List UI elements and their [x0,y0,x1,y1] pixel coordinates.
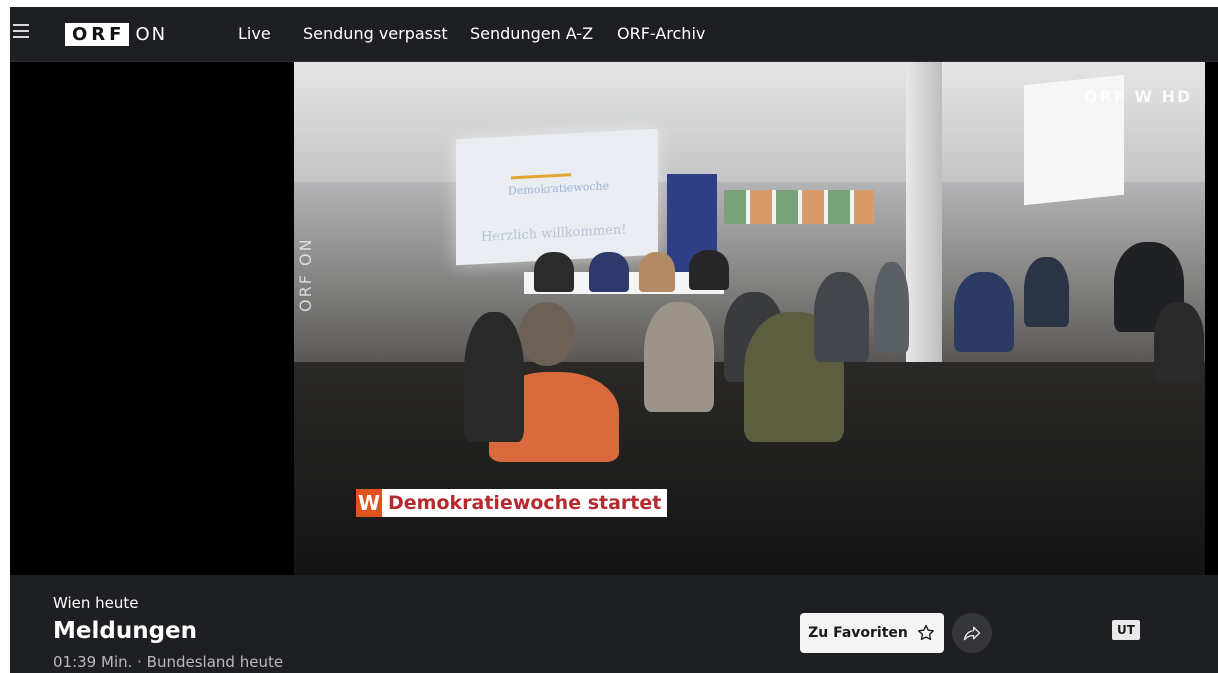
orf-on-watermark: ORF ON [296,237,315,312]
program-name[interactable]: Wien heute [53,594,139,612]
episode-meta: 01:39 Min. · Bundesland heute [53,653,284,671]
star-icon [917,624,934,641]
audience-member [1024,257,1069,327]
logo-on: ON [135,23,168,45]
audience-member [814,272,869,362]
audience-member [644,302,714,412]
audience-member [1154,302,1204,382]
lower-third-badge: W [356,489,382,517]
audience-head [519,302,575,366]
screen-welcome: Herzlich willkommen! [481,222,627,245]
audience-member [954,272,1014,352]
video-info-panel: Wien heute Meldungen 01:39 Min. · Bundes… [10,575,1218,673]
nav-sendung-verpasst[interactable]: Sendung verpasst [303,24,448,43]
panelist [589,252,629,292]
orf-on-logo[interactable]: ORF ON [65,22,167,46]
lower-third-text: Demokratiewoche startet [382,489,668,517]
video-frame[interactable]: Demokratiewoche Herzlich willkommen! ORF… [294,62,1205,575]
panelist [534,252,574,292]
scene-pillar [906,62,942,362]
screen-title: Demokratiewoche [508,179,610,198]
top-navigation: ORF ON Live Sendung verpasst Sendungen A… [10,7,1218,62]
favorite-label: Zu Favoriten [808,625,908,641]
nav-sendungen-a-z[interactable]: Sendungen A-Z [470,24,593,43]
episode-title: Meldungen [53,618,198,644]
logo-orf: ORF [65,22,130,46]
channel-logo: ORF W HD [1084,87,1193,106]
panelist [689,250,729,290]
nav-orf-archiv[interactable]: ORF-Archiv [617,24,705,43]
share-button[interactable] [952,613,992,653]
projection-screen: Demokratiewoche Herzlich willkommen! [456,128,658,266]
lower-third-caption: W Demokratiewoche startet [356,489,668,517]
add-to-favorites-button[interactable]: Zu Favoriten [800,613,944,653]
panelist [639,252,675,292]
app: ORF ON Live Sendung verpasst Sendungen A… [10,7,1218,673]
nav-live[interactable]: Live [238,24,271,43]
subtitles-toggle[interactable]: UT [1112,620,1140,640]
audience-member [874,262,909,352]
audience-member [464,312,524,442]
wall-posters [724,190,874,224]
video-player[interactable]: Demokratiewoche Herzlich willkommen! ORF… [10,62,1218,575]
hamburger-icon[interactable] [13,24,29,38]
share-icon [963,626,981,641]
